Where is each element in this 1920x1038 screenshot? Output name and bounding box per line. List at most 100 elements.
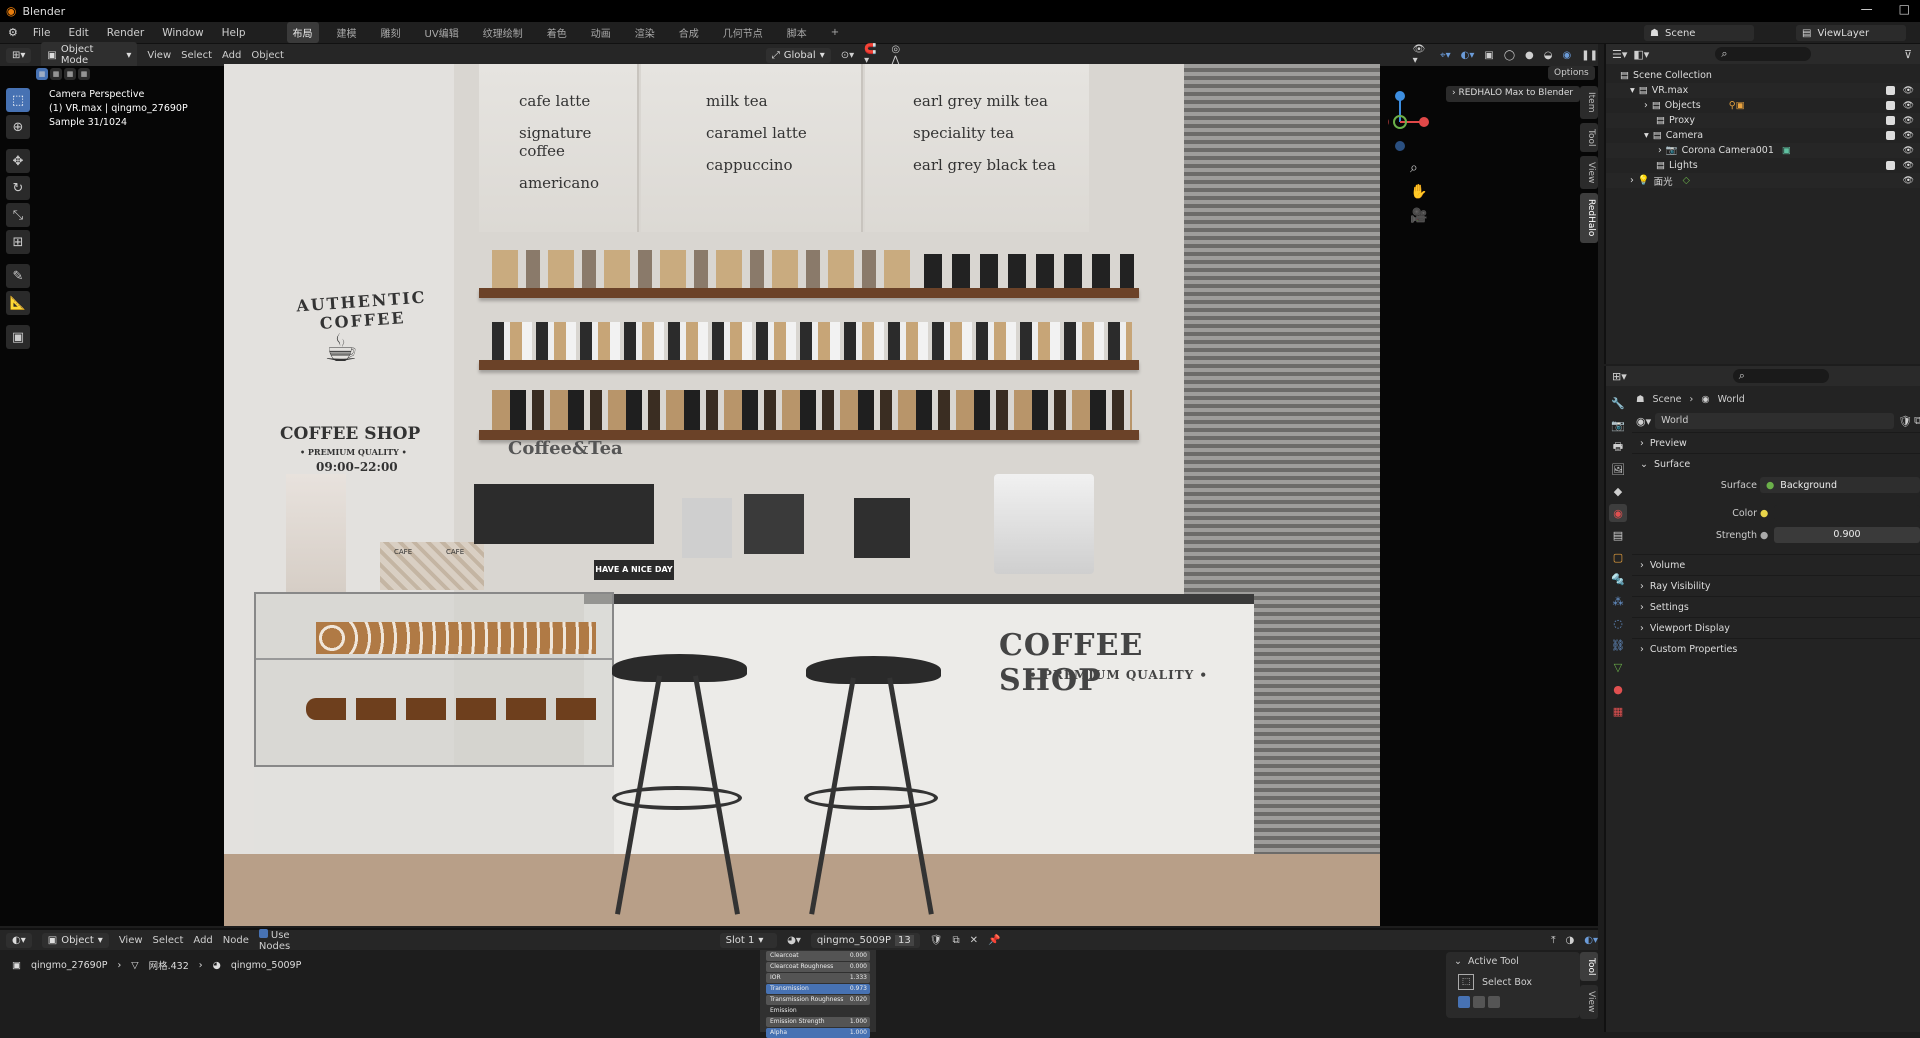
- viewlayer-selector[interactable]: ▤ ViewLayer: [1796, 25, 1906, 41]
- copy-datablock-icon[interactable]: ⧉: [1914, 414, 1920, 428]
- sidebar-tab-item[interactable]: Item: [1580, 86, 1598, 119]
- fake-user-icon[interactable]: 🛡: [1898, 415, 1912, 428]
- viewport-menu-object[interactable]: Object: [251, 50, 284, 61]
- outliner-row[interactable]: › ▤ Objects ⚲▣ 👁: [1606, 98, 1920, 113]
- node-editor-type-button[interactable]: ◐▾: [6, 932, 32, 948]
- enable-checkbox[interactable]: [1885, 130, 1895, 140]
- viewport-menu-add[interactable]: Add: [222, 50, 241, 61]
- color-socket-icon[interactable]: ●: [1760, 508, 1768, 519]
- world-name-field[interactable]: World: [1655, 413, 1895, 429]
- enable-checkbox[interactable]: [1885, 160, 1895, 170]
- pause-render-icon[interactable]: ❚❚: [1581, 50, 1598, 61]
- tool-tab-icon[interactable]: 🔧: [1609, 394, 1627, 412]
- transform-tool-icon[interactable]: ⊞: [6, 230, 30, 254]
- blender-menu-icon[interactable]: ⚙: [8, 26, 18, 39]
- mode-dropdown[interactable]: ▣ Object Mode ▾: [41, 42, 138, 68]
- move-tool-icon[interactable]: ✥: [6, 149, 30, 173]
- workspace-tab-uv[interactable]: UV编辑: [419, 22, 465, 43]
- material-tab-icon[interactable]: ●: [1609, 680, 1627, 698]
- workspace-tab-modeling[interactable]: 建模: [331, 22, 363, 43]
- node-socket-row[interactable]: Alpha 1.000: [766, 1028, 870, 1038]
- maximize-button[interactable]: □: [1899, 2, 1910, 16]
- backdrop-icon[interactable]: ◑: [1566, 935, 1575, 946]
- display-mode-icon[interactable]: ◧▾: [1633, 48, 1649, 61]
- workspace-tab-geometry-nodes[interactable]: 几何节点: [717, 22, 769, 43]
- workspace-tab-sculpt[interactable]: 雕刻: [375, 22, 407, 43]
- select-new-icon[interactable]: ▦: [36, 68, 48, 80]
- constraints-tab-icon[interactable]: ⛓: [1609, 636, 1627, 654]
- menu-render[interactable]: Render: [104, 25, 147, 41]
- collection-tab-icon[interactable]: ▤: [1609, 526, 1627, 544]
- menu-edit[interactable]: Edit: [65, 25, 91, 41]
- enable-checkbox[interactable]: [1885, 85, 1895, 95]
- workspace-tab-rendering[interactable]: 渲染: [629, 22, 661, 43]
- modifier-tab-icon[interactable]: 🔩: [1609, 570, 1627, 588]
- material-name-field[interactable]: qingmo_5009P 13: [810, 932, 920, 948]
- node-menu-view[interactable]: View: [119, 935, 143, 946]
- node-socket-row[interactable]: Transmission 0.973: [766, 984, 870, 994]
- section-volume[interactable]: › Volume: [1632, 554, 1920, 575]
- workspace-tab-layout[interactable]: 布局: [286, 22, 319, 43]
- object-tab-icon[interactable]: ▢: [1609, 548, 1627, 566]
- world-tab-icon[interactable]: ◉: [1609, 504, 1627, 522]
- pivot-icon[interactable]: ⊙▾: [841, 50, 854, 61]
- menu-file[interactable]: File: [30, 25, 54, 41]
- slot-dropdown[interactable]: Slot 1 ▾: [719, 932, 778, 948]
- color-swatch[interactable]: [1774, 505, 1920, 521]
- node-overlay-icon[interactable]: ◐▾: [1584, 935, 1598, 946]
- eye-icon[interactable]: 👁: [1903, 176, 1914, 186]
- view-layer-tab-icon[interactable]: 🖼: [1609, 460, 1627, 478]
- shading-solid-icon[interactable]: ●: [1525, 50, 1534, 61]
- particles-tab-icon[interactable]: ⁂: [1609, 592, 1627, 610]
- section-preview[interactable]: › Preview: [1632, 432, 1920, 453]
- section-custom-properties[interactable]: › Custom Properties: [1632, 638, 1920, 659]
- physics-tab-icon[interactable]: ◌: [1609, 614, 1627, 632]
- outliner-row[interactable]: ▾ ▤ VR.max 👁: [1606, 83, 1920, 98]
- eye-icon[interactable]: 👁: [1903, 116, 1914, 126]
- workspace-tab-texture-paint[interactable]: 纹理绘制: [477, 22, 529, 43]
- select-new-icon[interactable]: [1458, 996, 1470, 1008]
- eye-icon[interactable]: 👁: [1903, 86, 1914, 96]
- viewport-menu-view[interactable]: View: [147, 50, 171, 61]
- use-nodes-toggle[interactable]: Use Nodes: [258, 928, 321, 952]
- node-socket-row[interactable]: Clearcoat 0.000: [766, 951, 870, 961]
- gizmo-toggle-icon[interactable]: ⌖▾: [1440, 50, 1451, 61]
- node-menu-add[interactable]: Add: [193, 935, 212, 946]
- use-nodes-checkbox[interactable]: [258, 928, 268, 938]
- zoom-icon[interactable]: ⌕: [1410, 160, 1427, 176]
- overlay-toggle-icon[interactable]: ◐▾: [1461, 50, 1475, 61]
- render-tab-icon[interactable]: 📷: [1609, 416, 1627, 434]
- node-socket-row[interactable]: Transmission Roughness 0.020: [766, 995, 870, 1005]
- editor-type-button[interactable]: ⊞▾: [6, 47, 32, 63]
- node-socket-row[interactable]: Emission: [766, 1006, 870, 1016]
- menu-help[interactable]: Help: [219, 25, 249, 41]
- node-menu-node[interactable]: Node: [223, 935, 249, 946]
- section-settings[interactable]: › Settings: [1632, 596, 1920, 617]
- visibility-icon[interactable]: 👁▾: [1413, 44, 1430, 66]
- node-socket-row[interactable]: Clearcoat Roughness 0.000: [766, 962, 870, 972]
- texture-tab-icon[interactable]: ▦: [1609, 702, 1627, 720]
- snap-node-icon[interactable]: ⤒: [1551, 935, 1555, 946]
- snap-icon[interactable]: 🧲▾: [864, 44, 881, 66]
- filter-icon[interactable]: ⊽: [1904, 48, 1912, 61]
- shading-material-icon[interactable]: ◒: [1544, 50, 1553, 61]
- shading-rendered-icon[interactable]: ◉: [1563, 50, 1572, 61]
- workspace-tab-shading[interactable]: 着色: [541, 22, 573, 43]
- workspace-tab-scripting[interactable]: 脚本: [781, 22, 813, 43]
- sidebar-tab-redhalo[interactable]: RedHalo: [1580, 193, 1598, 243]
- unlink-icon[interactable]: ✕: [970, 935, 978, 946]
- principled-bsdf-node[interactable]: Clearcoat 0.000 Clearcoat Roughness 0.000 …: [760, 950, 876, 1038]
- eye-icon[interactable]: 👁: [1903, 161, 1914, 171]
- outliner-row[interactable]: › 💡 面光 ◇ 👁: [1606, 173, 1920, 188]
- properties-search-input[interactable]: ⌕: [1732, 369, 1829, 383]
- new-material-icon[interactable]: ⧉: [952, 935, 959, 946]
- scene-tab-icon[interactable]: ◆: [1609, 482, 1627, 500]
- strength-input[interactable]: 0.900: [1774, 527, 1920, 543]
- section-surface[interactable]: ⌄ Surface: [1632, 453, 1920, 474]
- fake-user-icon[interactable]: 🛡: [930, 935, 943, 946]
- cursor-tool-icon[interactable]: ⊕: [6, 115, 30, 139]
- viewport-menu-select[interactable]: Select: [181, 50, 212, 61]
- outliner-root[interactable]: ▤ Scene Collection: [1606, 68, 1920, 83]
- select-extend-icon[interactable]: [1473, 996, 1485, 1008]
- outliner-row[interactable]: › 📷 Corona Camera001 ▣ 👁: [1606, 143, 1920, 158]
